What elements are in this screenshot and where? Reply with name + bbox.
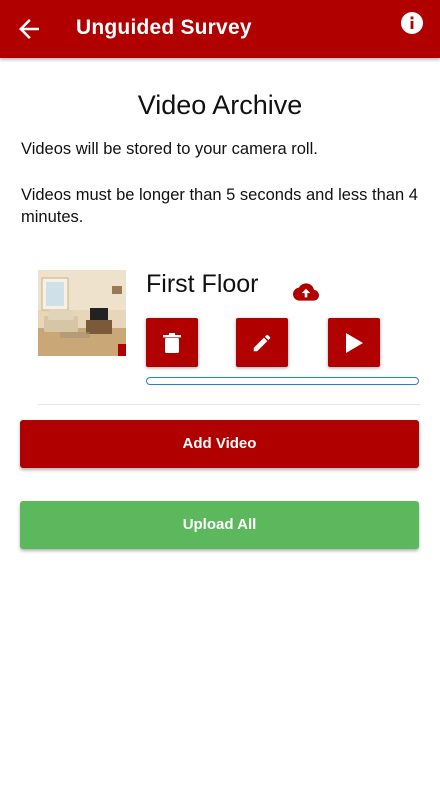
cloud-upload-icon xyxy=(293,283,319,301)
video-name: First Floor xyxy=(146,270,259,298)
add-video-button[interactable]: Add Video xyxy=(20,420,419,468)
delete-video-button[interactable] xyxy=(146,318,198,367)
info-icon[interactable] xyxy=(400,11,424,35)
upload-progress-bar xyxy=(146,377,419,385)
trash-icon xyxy=(163,332,181,353)
video-thumbnail[interactable] xyxy=(38,270,126,356)
length-note: Videos must be longer than 5 seconds and… xyxy=(21,186,418,226)
app-title: Unguided Survey xyxy=(76,16,252,39)
pencil-icon xyxy=(253,334,271,351)
play-icon xyxy=(346,332,363,353)
storage-note: Videos will be stored to your camera rol… xyxy=(21,140,318,158)
upload-all-button[interactable]: Upload All xyxy=(20,501,419,549)
video-list-item: First Floor xyxy=(38,270,420,405)
edit-video-button[interactable] xyxy=(236,318,288,367)
app-bar: Unguided Survey xyxy=(0,0,440,58)
play-video-button[interactable] xyxy=(328,318,380,367)
page-title: Video Archive xyxy=(137,90,303,120)
arrow-left-icon[interactable] xyxy=(14,14,44,44)
